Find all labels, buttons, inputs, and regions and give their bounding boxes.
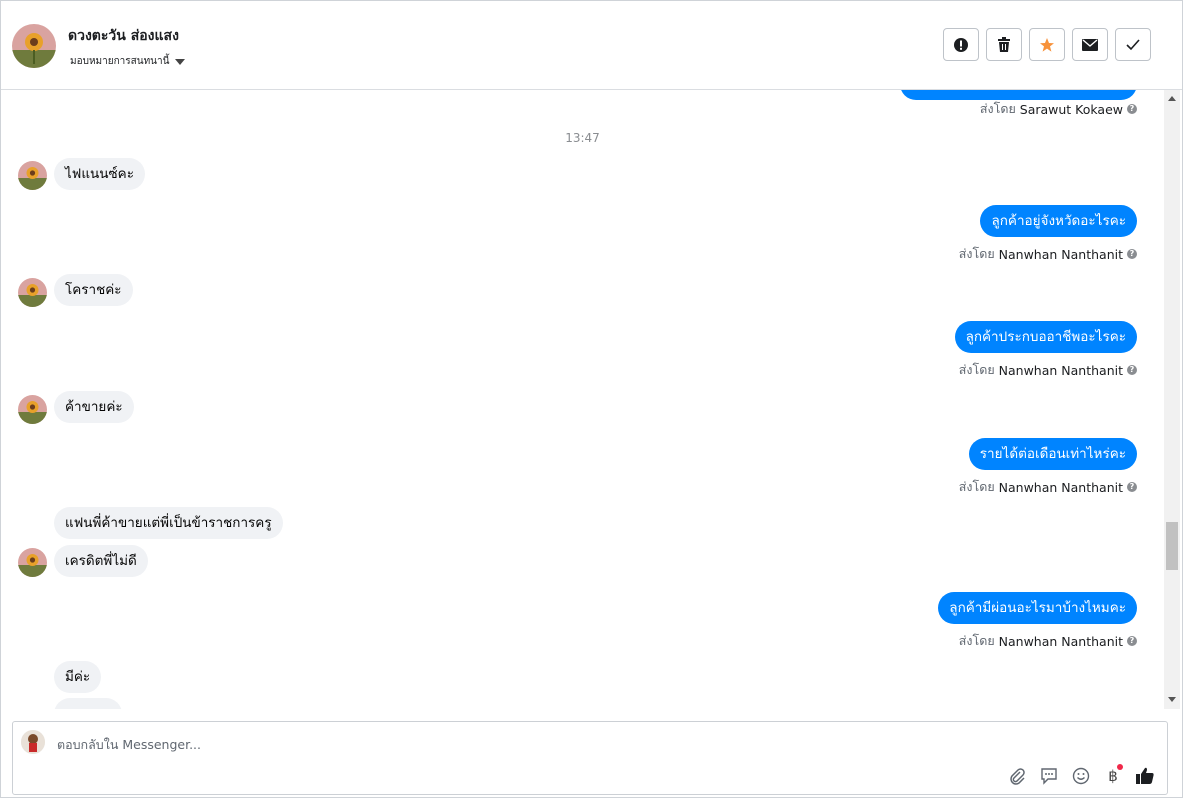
header-actions bbox=[943, 28, 1151, 61]
notification-dot bbox=[1117, 764, 1123, 770]
alert-icon bbox=[954, 37, 968, 52]
like-icon bbox=[1136, 767, 1154, 784]
assign-conversation-dropdown[interactable]: มอบหมายการสนทนานี้ bbox=[70, 54, 186, 69]
contact-avatar-small[interactable] bbox=[18, 395, 47, 424]
baht-payment-icon: ฿ bbox=[1108, 767, 1118, 785]
timestamp: 13:47 bbox=[565, 131, 600, 145]
sent-by-prefix: ส่งโดย bbox=[958, 246, 995, 261]
saved-reply-button[interactable] bbox=[1039, 766, 1059, 786]
contact-avatar-small[interactable] bbox=[18, 278, 47, 307]
help-icon[interactable]: ? bbox=[1127, 636, 1137, 646]
sent-by-label: ส่งโดย Nanwhan Nanthanit ? bbox=[959, 477, 1137, 497]
emoji-button[interactable] bbox=[1071, 766, 1091, 786]
trash-icon bbox=[998, 36, 1010, 52]
caret-down-icon bbox=[175, 58, 186, 65]
incoming-message-bubble[interactable]: มีค่ะ bbox=[54, 661, 102, 693]
reply-input[interactable]: ตอบกลับใน Messenger... bbox=[57, 735, 201, 755]
sent-by-label: ส่งโดย Nanwhan Nanthanit ? bbox=[959, 244, 1137, 264]
sender-name: Nanwhan Nanthanit bbox=[998, 362, 1123, 378]
conversation-window: ดวงตะวัน ส่องแสง มอบหมายการสนทนานี้ ส่งโ… bbox=[0, 0, 1183, 798]
contact-avatar[interactable] bbox=[12, 24, 56, 68]
sent-by-prefix: ส่งโดย bbox=[958, 633, 995, 648]
delete-button[interactable] bbox=[986, 28, 1022, 61]
sent-by-prefix: ส่งโดย bbox=[958, 362, 995, 377]
outgoing-message-bubble[interactable]: รายได้ต่อเดือนเท่าไหร่คะ bbox=[968, 438, 1137, 470]
sent-by-label: ส่งโดย Nanwhan Nanthanit ? bbox=[959, 631, 1137, 651]
message-thread[interactable]: ส่งโดย Sarawut Kokaew ? 13:47 ไฟแนนซ์คะ … bbox=[1, 90, 1164, 709]
outgoing-message-bubble[interactable]: ลูกค้ามีผ่อนอะไรมาบ้างไหมคะ bbox=[938, 592, 1137, 624]
composer-tools: ฿ bbox=[1007, 764, 1155, 786]
done-button[interactable] bbox=[1115, 28, 1151, 61]
contact-avatar-small[interactable] bbox=[18, 161, 47, 190]
sender-name: Nanwhan Nanthanit bbox=[998, 246, 1123, 262]
scroll-thumb[interactable] bbox=[1166, 522, 1178, 570]
incoming-message-bubble[interactable]: ค้าขายค่ะ bbox=[54, 391, 134, 423]
conversation-header: ดวงตะวัน ส่องแสง มอบหมายการสนทนานี้ bbox=[1, 1, 1182, 90]
payment-button[interactable]: ฿ bbox=[1103, 764, 1123, 786]
sent-by-prefix: ส่งโดย bbox=[979, 101, 1016, 116]
page-avatar bbox=[21, 730, 45, 754]
contact-avatar-small[interactable] bbox=[18, 548, 47, 577]
star-button[interactable] bbox=[1029, 28, 1065, 61]
outgoing-message-bubble[interactable]: ลูกค้าอยู่จังหวัดอะไรคะ bbox=[980, 205, 1137, 237]
scroll-down-arrow-icon[interactable] bbox=[1168, 697, 1176, 702]
saved-reply-icon bbox=[1041, 768, 1057, 785]
sent-by-label: ส่งโดย Nanwhan Nanthanit ? bbox=[959, 360, 1137, 380]
help-icon[interactable]: ? bbox=[1127, 104, 1137, 114]
sender-name: Nanwhan Nanthanit bbox=[998, 633, 1123, 649]
sender-name: Nanwhan Nanthanit bbox=[998, 479, 1123, 495]
sent-by-label: ส่งโดย Sarawut Kokaew ? bbox=[980, 99, 1137, 119]
attachment-button[interactable] bbox=[1007, 766, 1027, 786]
star-icon bbox=[1040, 37, 1054, 52]
help-icon[interactable]: ? bbox=[1127, 482, 1137, 492]
sent-by-prefix: ส่งโดย bbox=[958, 479, 995, 494]
contact-name[interactable]: ดวงตะวัน ส่องแสง bbox=[68, 25, 179, 47]
sender-name: Sarawut Kokaew bbox=[1019, 101, 1123, 117]
check-icon bbox=[1126, 38, 1140, 50]
incoming-message-bubble[interactable]: แฟนพี่ค้าขายแต่พี่เป็นข้าราชการครู bbox=[54, 507, 283, 539]
spam-button[interactable] bbox=[943, 28, 979, 61]
help-icon[interactable]: ? bbox=[1127, 249, 1137, 259]
emoji-icon bbox=[1072, 767, 1090, 785]
mark-unread-button[interactable] bbox=[1072, 28, 1108, 61]
help-icon[interactable]: ? bbox=[1127, 365, 1137, 375]
thread-scrollbar[interactable] bbox=[1164, 90, 1180, 709]
like-button[interactable] bbox=[1135, 766, 1155, 786]
incoming-message-bubble[interactable]: โคราชค่ะ bbox=[54, 274, 133, 306]
incoming-message-bubble[interactable]: เครดิตพี่ไม่ดี bbox=[54, 545, 148, 577]
envelope-icon bbox=[1082, 38, 1098, 51]
incoming-message-bubble[interactable] bbox=[54, 698, 122, 709]
incoming-message-bubble[interactable]: ไฟแนนซ์คะ bbox=[54, 158, 145, 190]
reply-composer[interactable]: ตอบกลับใน Messenger... ฿ bbox=[12, 721, 1168, 795]
outgoing-message-bubble[interactable]: ลูกค้าประกบออาชีพอะไรคะ bbox=[954, 321, 1137, 353]
assign-label: มอบหมายการสนทนานี้ bbox=[70, 56, 170, 67]
scroll-up-arrow-icon[interactable] bbox=[1168, 96, 1176, 101]
paperclip-icon bbox=[1010, 768, 1025, 785]
